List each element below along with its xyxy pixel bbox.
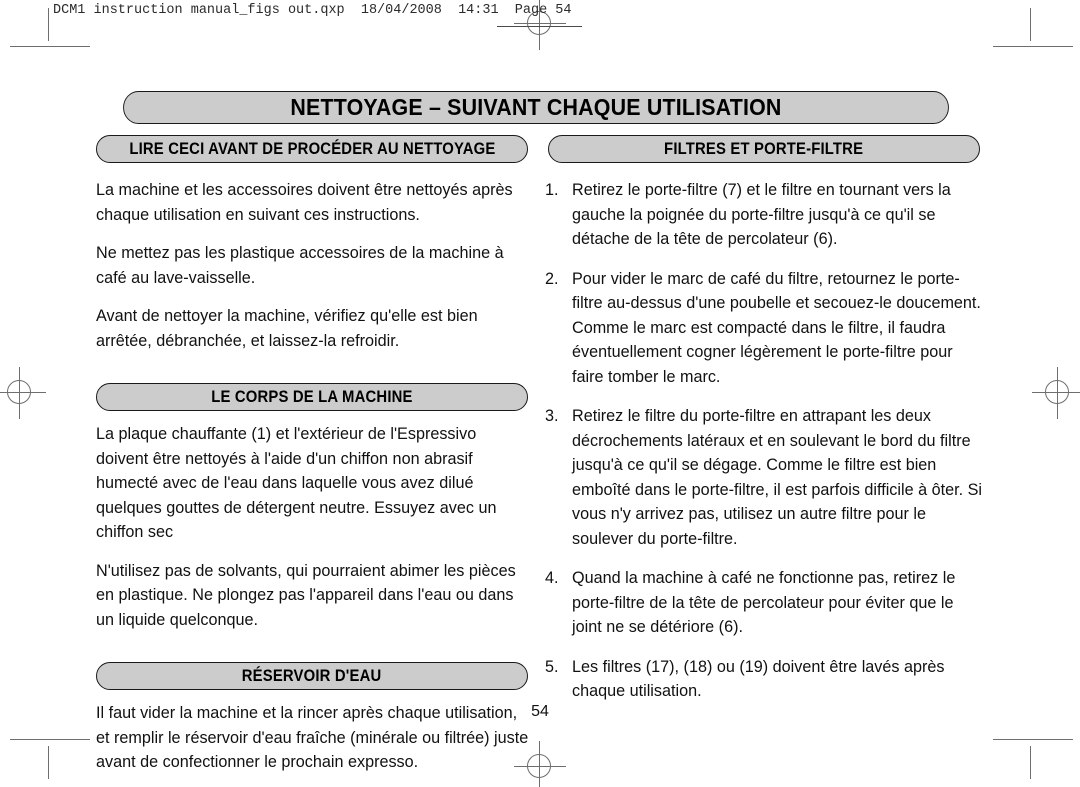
section-heading-label: LE CORPS DE LA MACHINE [211,387,413,406]
crop-mark-top-left-vertical [48,8,50,41]
page-title-banner: NETTOYAGE – SUIVANT CHAQUE UTILISATION [123,91,949,124]
section-heading-label: RÉSERVOIR D'EAU [242,666,382,685]
list-item: 5. Les filtres (17), (18) ou (19) doiven… [545,655,985,704]
paragraph: Avant de nettoyer la machine, vérifiez q… [96,307,478,350]
file-slug-line: DCM1 instruction manual_figs out.qxp 18/… [53,3,572,18]
list-item-text: Retirez le porte-filtre (7) et le filtre… [572,181,951,248]
section-heading-label: FILTRES ET PORTE-FILTRE [664,139,864,158]
section-heading-le-corps: LE CORPS DE LA MACHINE [96,383,528,411]
paragraph: La machine et les accessoires doivent êt… [96,181,513,224]
list-item: 3. Retirez le filtre du porte-filtre en … [545,404,985,551]
paragraph: Ne mettez pas les plastique accessoires … [96,244,504,287]
list-item-number: 2. [545,269,559,288]
page-number: 54 [531,703,549,720]
list-item-text: Les filtres (17), (18) ou (19) doivent ê… [572,657,945,701]
crop-mark-top-left-horizontal [10,46,90,48]
list-item-number: 5. [545,657,559,676]
list-item-text: Retirez le filtre du porte-filtre en att… [572,407,982,548]
registration-mark-left [0,367,46,419]
paragraph: La plaque chauffante (1) et l'extérieur … [96,425,497,541]
list-item-text: Quand la machine à café ne fonctionne pa… [572,569,956,636]
crop-mark-bottom-left-horizontal [10,739,90,741]
paragraph: N'utilisez pas de solvants, qui pourraie… [96,561,516,629]
list-item: 4. Quand la machine à café ne fonctionne… [545,566,985,640]
section-heading-lire-ceci: LIRE CECI AVANT DE PROCÉDER AU NETTOYAGE [96,135,528,163]
list-item: 2. Pour vider le marc de café du filtre,… [545,267,985,390]
list-item: 1. Retirez le porte-filtre (7) et le fil… [545,178,985,252]
crop-mark-bottom-right-vertical [1030,746,1032,779]
section-heading-filtres: FILTRES ET PORTE-FILTRE [548,135,980,163]
page-title: NETTOYAGE – SUIVANT CHAQUE UTILISATION [290,94,782,120]
list-item-number: 1. [545,181,559,199]
crop-mark-bottom-left-vertical [48,746,50,779]
slug-underline [497,26,582,27]
right-column: 1. Retirez le porte-filtre (7) et le fil… [545,178,985,719]
manual-page: DCM1 instruction manual_figs out.qxp 18/… [0,0,1080,787]
section-heading-label: LIRE CECI AVANT DE PROCÉDER AU NETTOYAGE [128,139,496,158]
list-item-number: 4. [545,569,559,587]
list-item-text: Pour vider le marc de café du filtre, re… [572,269,981,386]
left-column: La machine et les accessoires doivent êt… [96,178,532,787]
crop-mark-top-right-vertical [1030,8,1032,41]
crop-mark-top-right-horizontal [993,46,1073,48]
registration-mark-right [1032,367,1080,419]
list-item-number: 3. [545,407,559,425]
crop-mark-bottom-right-horizontal [993,739,1073,741]
section-heading-reservoir-deau: RÉSERVOIR D'EAU [96,662,528,690]
